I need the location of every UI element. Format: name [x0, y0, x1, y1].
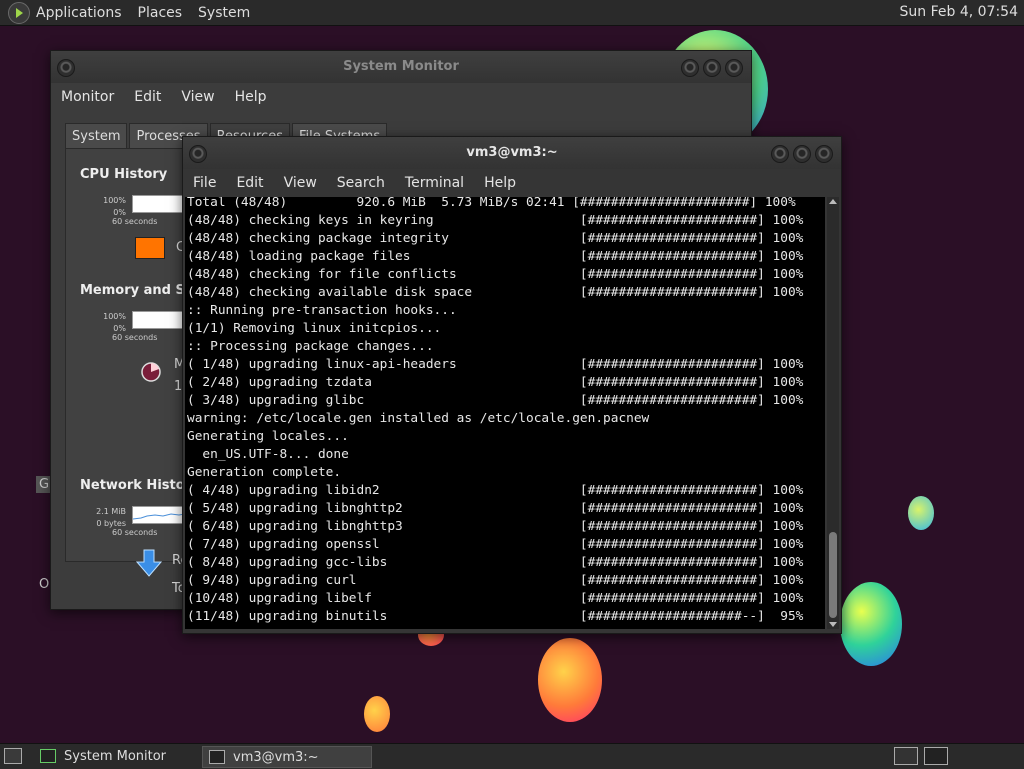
- memory-max-label: 100%: [103, 312, 126, 321]
- menu-view[interactable]: View: [284, 175, 317, 191]
- window-title: vm3@vm3:~: [466, 145, 558, 160]
- menu-edit[interactable]: Edit: [236, 175, 263, 191]
- applications-menu[interactable]: Applications: [36, 5, 122, 21]
- cpu-graph: [132, 195, 186, 213]
- clock[interactable]: Sun Feb 4, 07:54: [900, 4, 1018, 20]
- memory-pie-icon[interactable]: [140, 361, 162, 383]
- system-monitor-menubar: Monitor Edit View Help: [51, 83, 751, 111]
- desktop-bubble: [840, 582, 902, 666]
- terminal-output[interactable]: Total (48/48) 920.6 MiB 5.73 MiB/s 02:41…: [185, 197, 825, 629]
- memory-min-label: 0%: [113, 324, 126, 333]
- taskbar-system-monitor[interactable]: System Monitor: [34, 746, 204, 766]
- close-icon[interactable]: [725, 59, 743, 77]
- scroll-down-icon[interactable]: [829, 622, 837, 627]
- top-panel: Applications Places System Sun Feb 4, 07…: [0, 0, 1024, 26]
- menu-help[interactable]: Help: [235, 89, 267, 105]
- taskbar-label: System Monitor: [64, 748, 167, 764]
- tab-system[interactable]: System: [65, 123, 128, 148]
- network-graph: [132, 506, 186, 524]
- maximize-icon[interactable]: [793, 145, 811, 163]
- desktop-fragment-o: O: [39, 577, 50, 592]
- network-max-label: 2.1 MiB: [96, 507, 126, 516]
- minimize-icon[interactable]: [681, 59, 699, 77]
- menu-view[interactable]: View: [181, 89, 214, 105]
- network-span-label: 60 seconds: [112, 528, 158, 537]
- menu-edit[interactable]: Edit: [134, 89, 161, 105]
- close-icon[interactable]: [815, 145, 833, 163]
- taskbar-terminal[interactable]: vm3@vm3:~: [202, 746, 372, 768]
- scroll-up-icon[interactable]: [829, 199, 837, 204]
- distro-logo-icon[interactable]: [8, 1, 30, 24]
- minimize-icon[interactable]: [771, 145, 789, 163]
- network-min-label: 0 bytes: [96, 519, 126, 528]
- system-monitor-app-icon: [40, 749, 56, 763]
- taskbar-label: vm3@vm3:~: [233, 749, 319, 765]
- menu-help[interactable]: Help: [484, 175, 516, 191]
- terminal-titlebar[interactable]: vm3@vm3:~: [183, 137, 841, 169]
- terminal-menubar: File Edit View Search Terminal Help: [183, 169, 841, 197]
- terminal-text: Total (48/48) 920.6 MiB 5.73 MiB/s 02:41…: [187, 197, 804, 624]
- desktop-bubble: [364, 696, 390, 732]
- terminal-window: vm3@vm3:~ File Edit View Search Terminal…: [182, 136, 842, 634]
- window-title: System Monitor: [343, 59, 459, 74]
- scrollbar-thumb[interactable]: [829, 532, 837, 618]
- cpu-span-label: 60 seconds: [112, 217, 158, 226]
- cpu-min-label: 0%: [113, 208, 126, 217]
- cpu-max-label: 100%: [103, 196, 126, 205]
- cpu-history-title: CPU History: [80, 167, 168, 182]
- menu-terminal[interactable]: Terminal: [405, 175, 464, 191]
- system-monitor-titlebar[interactable]: System Monitor: [51, 51, 751, 83]
- menu-search[interactable]: Search: [337, 175, 385, 191]
- desktop-bubble: [908, 496, 934, 530]
- workspace-2-icon[interactable]: [924, 747, 948, 765]
- receiving-arrow-icon[interactable]: [136, 549, 162, 577]
- show-desktop-icon[interactable]: [4, 748, 22, 764]
- cpu-color-swatch[interactable]: [135, 237, 165, 259]
- places-menu[interactable]: Places: [138, 5, 183, 21]
- menu-file[interactable]: File: [193, 175, 216, 191]
- system-menu[interactable]: System: [198, 5, 250, 21]
- terminal-scrollbar[interactable]: [827, 197, 839, 629]
- memory-graph: [132, 311, 186, 329]
- menu-monitor[interactable]: Monitor: [61, 89, 114, 105]
- terminal-app-icon: [209, 750, 225, 764]
- maximize-icon[interactable]: [703, 59, 721, 77]
- bottom-panel: System Monitor vm3@vm3:~: [0, 743, 1024, 769]
- desktop-bubble: [538, 638, 602, 722]
- workspace-1-icon[interactable]: [894, 747, 918, 765]
- memory-span-label: 60 seconds: [112, 333, 158, 342]
